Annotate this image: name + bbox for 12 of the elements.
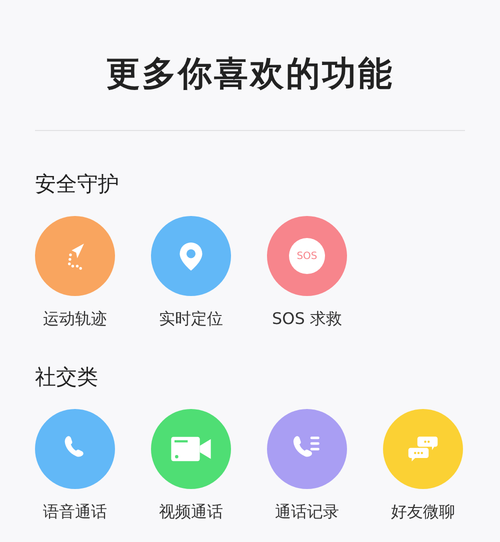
feature-label: 好友微聊	[391, 501, 455, 523]
section-heading: 社交类	[34, 364, 99, 391]
feature-label: 语音通话	[43, 501, 107, 523]
feature-label: 视频通话	[159, 501, 223, 523]
section-heading: 安全守护	[34, 171, 120, 198]
feature-button[interactable]: SOS	[267, 216, 347, 296]
feature-label: 通话记录	[275, 501, 339, 523]
feature-label: SOS 求救	[272, 308, 342, 330]
sos-badge: SOS	[289, 238, 325, 274]
page-title: 更多你喜欢的功能	[105, 53, 395, 96]
feature-label: 实时定位	[159, 308, 223, 330]
feature-label: 运动轨迹	[43, 308, 107, 330]
